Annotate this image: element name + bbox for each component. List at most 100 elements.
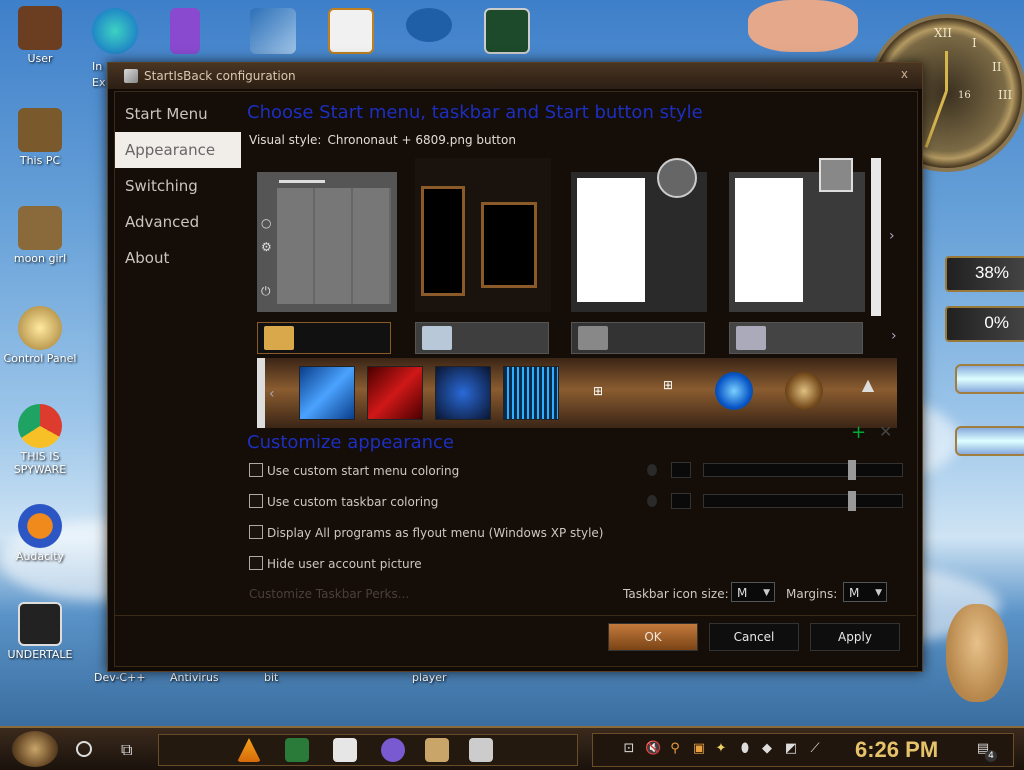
desktop-icon-user[interactable]: User [0, 6, 80, 65]
chevron-right-icon[interactable]: › [891, 328, 897, 344]
checkbox[interactable] [249, 463, 263, 477]
customize-taskbar-perks-link[interactable]: Customize Taskbar Perks... [249, 587, 409, 601]
monitor-icon[interactable] [484, 8, 530, 54]
lightbulb-icon[interactable]: ✦ [713, 741, 729, 757]
tray-icon-c[interactable]: ⟋ [807, 741, 823, 757]
purple-app-icon[interactable] [381, 738, 405, 762]
partial-label: Dev-C++ [94, 671, 146, 684]
desktop-icon-moongirl[interactable]: moon girl [0, 206, 80, 265]
style-thumbnail-windows7-dark[interactable] [571, 158, 707, 312]
steampunk-orb-icon[interactable] [785, 372, 823, 410]
option-taskbar-coloring[interactable]: Use custom taskbar coloring [249, 494, 438, 509]
dialog-titlebar[interactable]: StartIsBack configuration x [108, 63, 922, 89]
remove-icon[interactable]: ✕ [879, 422, 892, 441]
nav-item-about[interactable]: About [115, 240, 241, 276]
nav-item-appearance[interactable]: Appearance [115, 132, 241, 168]
user-avatar-icon [819, 158, 853, 192]
vlc-icon[interactable] [237, 738, 261, 762]
desktop-icon-undertale[interactable]: UNDERTALE [0, 602, 80, 661]
nav-item-advanced[interactable]: Advanced [115, 204, 241, 240]
style-thumbnail-steampunk[interactable] [415, 158, 551, 312]
lightbulb-icon [18, 306, 62, 350]
thumbnail-scroll-right[interactable] [871, 158, 881, 316]
chrome-icon [18, 404, 62, 448]
folder-icon [18, 206, 62, 250]
visual-studio-icon[interactable] [170, 8, 200, 54]
color-swatch[interactable] [671, 462, 691, 478]
taskbar-style-3[interactable] [571, 322, 705, 354]
apply-button[interactable]: Apply [810, 623, 900, 651]
option-hide-user-picture[interactable]: Hide user account picture [249, 556, 422, 571]
desktop-icon-audacity[interactable]: Audacity [0, 504, 80, 563]
gear-icon: ⚙ [261, 240, 272, 254]
desktop-icon-thispc[interactable]: This PC [0, 108, 80, 167]
slider-thumb[interactable] [848, 491, 856, 511]
virtualbox-icon[interactable] [250, 8, 296, 54]
visual-style-line: Visual style: Chrononaut + 6809.png butto… [249, 133, 516, 147]
desktop-icon-chrome[interactable]: THIS IS SPYWARE [0, 404, 80, 476]
search-icon[interactable]: ⚲ [667, 741, 683, 757]
taskbar-color-slider[interactable] [703, 491, 903, 511]
clock-time[interactable]: 6:26 PM [855, 737, 938, 763]
folder-icon [736, 326, 766, 350]
cortana-icon[interactable] [76, 741, 92, 757]
start-button-blue-wave[interactable] [299, 366, 355, 420]
cancel-button[interactable]: Cancel [709, 623, 799, 651]
computer-icon [18, 108, 62, 152]
clock-date: 16 [958, 90, 971, 101]
taskbar-style-2[interactable] [415, 322, 549, 354]
droplet-icon[interactable]: ⬮ [737, 741, 753, 757]
option-start-menu-coloring[interactable]: Use custom start menu coloring [249, 463, 459, 478]
option-xp-flyout[interactable]: Display All programs as flyout menu (Win… [249, 525, 603, 540]
style-thumbnail-windows7-gray[interactable] [729, 158, 865, 312]
taskbar-style-1[interactable] [257, 322, 391, 354]
app-tray-icon[interactable]: ▣ [691, 741, 707, 757]
ok-button[interactable]: OK [608, 623, 698, 651]
add-icon[interactable]: + [851, 422, 866, 443]
hat-icon[interactable] [406, 8, 452, 42]
chevron-right-icon[interactable]: › [889, 228, 895, 244]
tray-icon-a[interactable]: ◆ [759, 741, 775, 757]
slider-thumb[interactable] [848, 460, 856, 480]
close-icon[interactable]: x [901, 67, 908, 81]
starfleet-icon[interactable]: ▲ [861, 377, 875, 393]
chevron-left-icon[interactable]: ‹ [269, 386, 275, 402]
window-app-icon[interactable] [469, 738, 493, 762]
user-icon: ○ [261, 216, 272, 230]
desktop-icon-label: User [27, 52, 53, 65]
hxd-icon[interactable] [328, 8, 374, 54]
taskbar-style-4[interactable] [729, 322, 863, 354]
edge-icon[interactable] [92, 8, 138, 54]
unity-icon [18, 602, 62, 646]
start-button[interactable] [12, 731, 58, 767]
clock-numeral: II [992, 60, 1002, 74]
network-monitor-icon[interactable] [285, 738, 309, 762]
desktop-icon-control-panel[interactable]: Control Panel [0, 306, 80, 365]
checkbox[interactable] [249, 525, 263, 539]
tray-icon-b[interactable]: ◩ [783, 741, 799, 757]
nav-item-switching[interactable]: Switching [115, 168, 241, 204]
start-menu-color-slider[interactable] [703, 460, 903, 480]
start-button-blue-dots[interactable] [435, 366, 491, 420]
windows-logo-small-icon[interactable]: ⊞ [591, 384, 605, 398]
margins-select[interactable]: M ▼ [843, 582, 887, 602]
checkbox[interactable] [249, 556, 263, 570]
windows-logo-small-icon[interactable]: ⊞ [661, 378, 675, 392]
strip-scroll-left[interactable] [257, 358, 265, 428]
style-thumbnail-windows10[interactable]: ○ ⚙ ⏻ [257, 172, 397, 312]
windows7-orb-icon[interactable] [715, 372, 753, 410]
start-button-blue-lines[interactable] [503, 366, 559, 420]
icon-size-select[interactable]: M ▼ [731, 582, 775, 602]
network-icon[interactable]: ⊡ [621, 741, 637, 757]
menu-panel [577, 178, 645, 302]
start-button-red[interactable] [367, 366, 423, 420]
cat-icon[interactable] [333, 738, 357, 762]
mute-icon[interactable]: 🔇 [645, 741, 661, 757]
steampunk-app-icon[interactable] [425, 738, 449, 762]
option-label: Use custom start menu coloring [267, 464, 460, 478]
checkbox[interactable] [249, 494, 263, 508]
color-swatch[interactable] [671, 493, 691, 509]
droplet-icon [647, 495, 657, 507]
nav-item-start-menu[interactable]: Start Menu [115, 96, 241, 132]
task-view-icon[interactable]: ⧉ [121, 740, 132, 760]
